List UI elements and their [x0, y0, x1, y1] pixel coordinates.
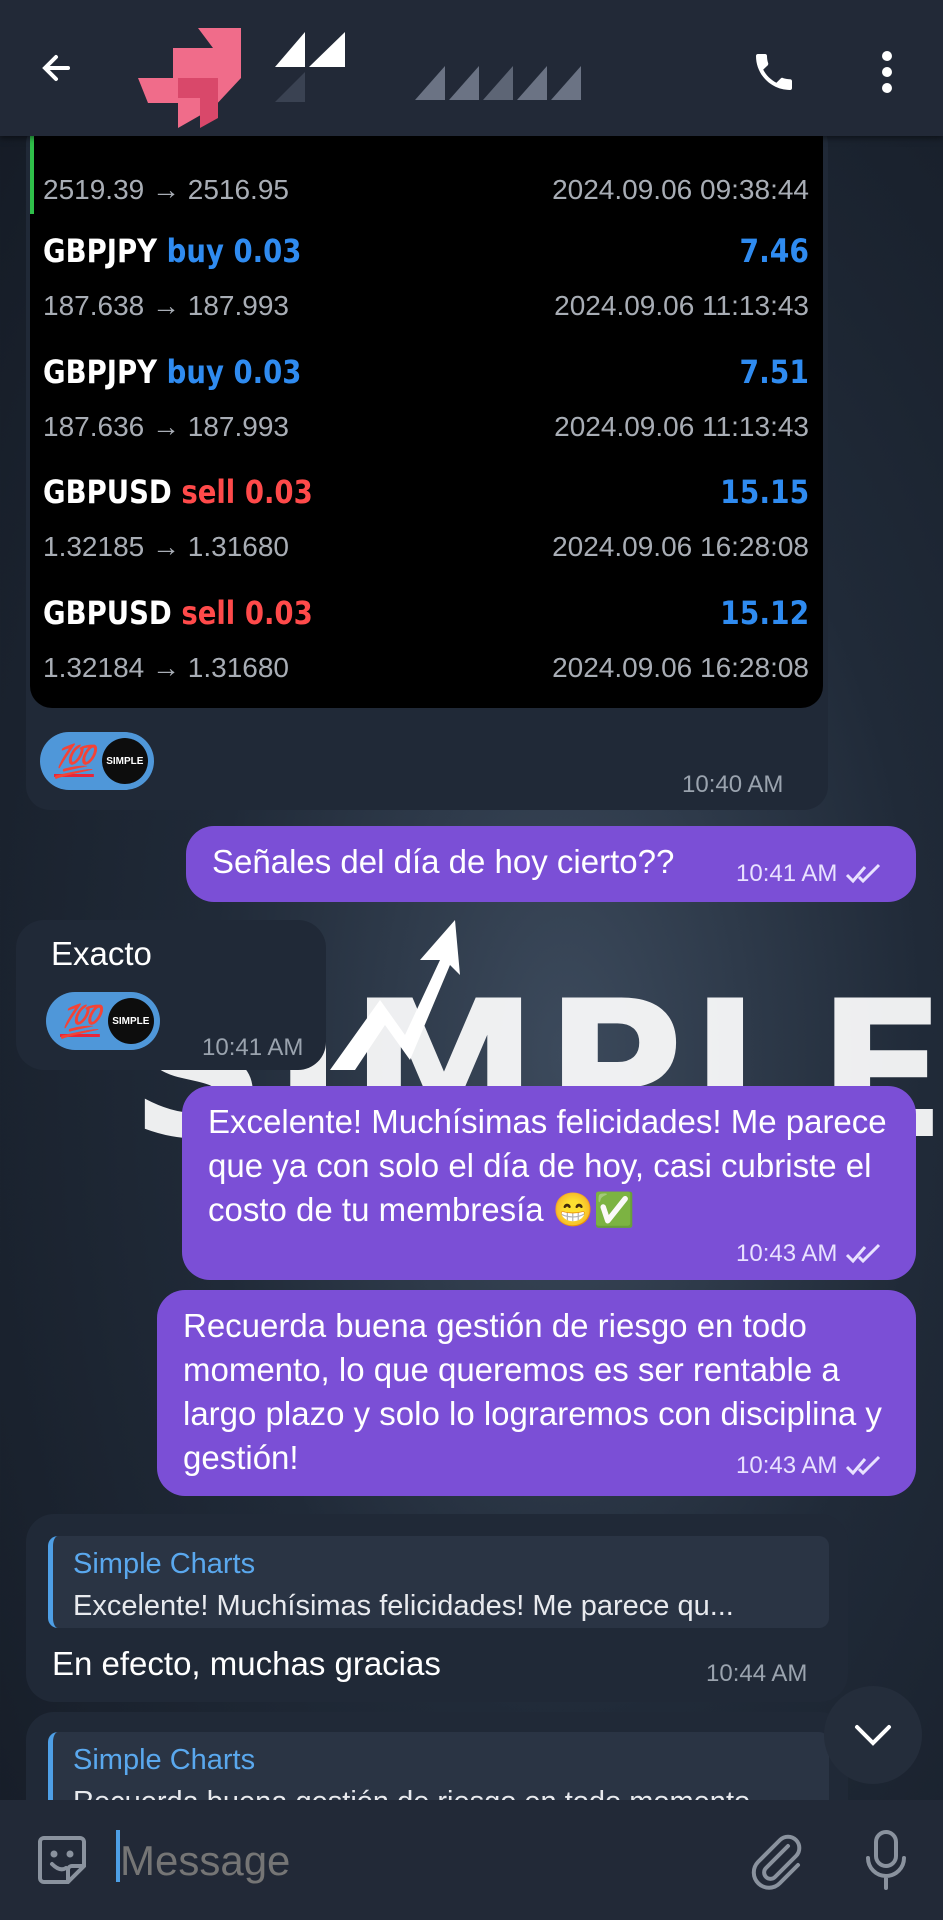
- trade-row: GBPUSD sell 0.03 15.12 1.32184 → 1.31680…: [30, 594, 823, 708]
- message-text: En efecto, muchas gracias: [52, 1645, 441, 1682]
- trade-symbol: GBPUSD sell 0.03: [43, 473, 313, 511]
- double-check-icon: [846, 1455, 881, 1476]
- trade-date: 2024.09.06 11:13:43: [554, 411, 809, 442]
- message-time: 10:41 AM: [736, 860, 838, 887]
- message-time: 10:40 AM: [682, 771, 784, 798]
- message-time: 10:43 AM: [736, 1240, 838, 1267]
- trade-symbol: GBPUSD sell 0.03: [43, 594, 313, 632]
- message-input[interactable]: [118, 1824, 722, 1898]
- message-meta: 10:43 AM: [736, 1240, 883, 1268]
- message-composer: [0, 1800, 943, 1920]
- text-caret: [116, 1830, 120, 1882]
- message-text: Señales del día de hoy cierto??: [212, 843, 675, 880]
- reply-quote[interactable]: Simple Charts Excelente! Muchísimas feli…: [48, 1536, 829, 1628]
- trade-symbol: GBPJPY buy 0.03: [43, 353, 302, 391]
- trade-row: GBPJPY buy 0.03 7.51 187.636 → 187.993 2…: [30, 353, 823, 473]
- trade-profit: 15.12: [719, 594, 809, 632]
- outgoing-message[interactable]: Señales del día de hoy cierto?? 10:41 AM: [186, 826, 916, 902]
- trade-price: 187.636 → 187.993: [43, 411, 289, 442]
- trade-row: 2519.39 → 2516.95 2024.09.06 09:38:44: [30, 136, 823, 236]
- more-vertical-icon[interactable]: [872, 50, 902, 94]
- outgoing-message[interactable]: Excelente! Muchísimas felicidades! Me pa…: [182, 1086, 916, 1280]
- back-arrow-icon[interactable]: [38, 48, 78, 88]
- trade-date: 2024.09.06 11:13:43: [554, 290, 809, 321]
- avatar: SIMPLE: [101, 738, 148, 784]
- message-text: Excelente! Muchísimas felicidades! Me pa…: [208, 1103, 887, 1228]
- reply-text: Excelente! Muchísimas felicidades! Me pa…: [73, 1590, 734, 1622]
- message-text: Exacto: [51, 935, 152, 972]
- trade-row: GBPJPY buy 0.03 7.46 187.638 → 187.993 2…: [30, 232, 823, 352]
- trade-price: 1.32184 → 1.31680: [43, 652, 289, 683]
- trade-date: 2024.09.06 16:28:08: [552, 652, 809, 683]
- phone-icon[interactable]: [750, 48, 798, 96]
- message-time: 10:44 AM: [706, 1660, 808, 1687]
- emoji-icon[interactable]: [34, 1832, 90, 1888]
- message-time: 10:41 AM: [202, 1034, 304, 1061]
- channel-logo-icon[interactable]: [138, 28, 243, 128]
- trade-price: 187.638 → 187.993: [43, 290, 289, 321]
- trade-profit: 7.51: [739, 353, 809, 391]
- chevron-down-icon: [855, 1725, 891, 1746]
- scroll-to-bottom-button[interactable]: [824, 1686, 922, 1784]
- reaction-badge[interactable]: 💯 SIMPLE: [40, 732, 154, 790]
- reply-author: Simple Charts: [73, 1548, 256, 1580]
- trade-history-image[interactable]: 2519.39 → 2516.95 2024.09.06 09:38:44 GB…: [30, 136, 823, 708]
- trade-profit: 15.15: [719, 473, 809, 511]
- hundred-emoji: 💯: [60, 1002, 100, 1040]
- message-time: 10:43 AM: [736, 1452, 838, 1479]
- trade-profit: 7.46: [739, 232, 809, 270]
- double-check-icon: [846, 1243, 881, 1264]
- logo-pattern-icon: [415, 66, 581, 100]
- attach-icon[interactable]: [748, 1830, 804, 1890]
- trade-date: 2024.09.06 16:28:08: [552, 531, 809, 562]
- trade-price: 2519.39 → 2516.95: [43, 174, 289, 205]
- trade-date: 2024.09.06 09:38:44: [552, 174, 809, 205]
- outgoing-message[interactable]: Recuerda buena gestión de riesgo en todo…: [157, 1290, 916, 1496]
- microphone-icon[interactable]: [862, 1830, 910, 1890]
- trade-row: GBPUSD sell 0.03 15.15 1.32185 → 1.31680…: [30, 473, 823, 593]
- logo-triangles-icon: [275, 32, 345, 102]
- trade-price: 1.32185 → 1.31680: [43, 531, 289, 562]
- incoming-message[interactable]: Simple Charts Excelente! Muchísimas feli…: [26, 1514, 848, 1702]
- double-check-icon: [846, 863, 881, 884]
- message-meta: 10:41 AM: [736, 860, 883, 888]
- avatar: SIMPLE: [107, 998, 154, 1044]
- message-meta: 10:43 AM: [736, 1452, 883, 1480]
- chat-header: [0, 0, 943, 136]
- hundred-emoji: 💯: [54, 742, 94, 780]
- trade-symbol: GBPJPY buy 0.03: [43, 232, 302, 270]
- reply-author: Simple Charts: [73, 1744, 256, 1776]
- reaction-badge[interactable]: 💯 SIMPLE: [46, 992, 160, 1050]
- watermark-arrow-icon: [330, 920, 460, 1070]
